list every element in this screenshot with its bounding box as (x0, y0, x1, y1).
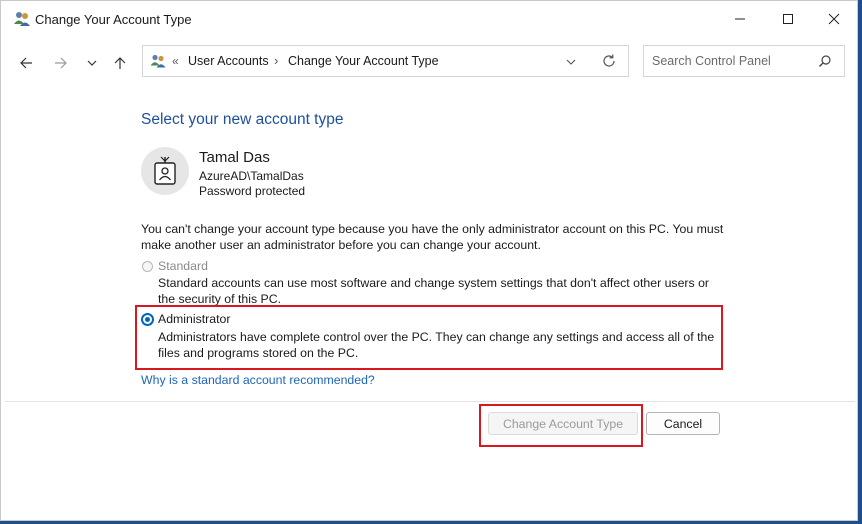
notice-text: You can't change your account type becau… (141, 222, 724, 252)
up-button[interactable] (110, 53, 130, 73)
control-panel-icon (150, 53, 166, 69)
user-name: Tamal Das (199, 149, 270, 166)
standard-account-help-link[interactable]: Why is a standard account recommended? (141, 373, 375, 387)
maximize-button[interactable] (765, 1, 811, 37)
divider (5, 401, 855, 402)
address-bar[interactable]: « User Accounts › Change Your Account Ty… (142, 45, 629, 77)
standard-description: Standard accounts can use most software … (158, 276, 710, 306)
refresh-icon (603, 54, 615, 67)
user-password-status: Password protected (199, 184, 306, 198)
chevron-down-icon (87, 60, 97, 66)
minimize-button[interactable] (717, 1, 763, 37)
chevron-down-icon (566, 59, 576, 65)
id-badge-icon (154, 156, 176, 185)
window-title: Change Your Account Type (35, 12, 192, 27)
minimize-icon (735, 18, 745, 20)
arrow-right-icon (55, 57, 67, 69)
breadcrumb-user-accounts[interactable]: User Accounts (188, 54, 269, 68)
standard-label[interactable]: Standard (158, 259, 208, 273)
search-placeholder: Search Control Panel (652, 54, 771, 68)
close-button[interactable] (811, 1, 857, 37)
navigation-bar: « User Accounts › Change Your Account Ty… (1, 41, 857, 85)
standard-radio[interactable] (142, 261, 153, 272)
search-icon[interactable] (818, 54, 832, 73)
page-title: Select your new account type (141, 111, 344, 128)
cancel-button[interactable]: Cancel (646, 412, 720, 435)
arrow-up-icon (114, 57, 126, 69)
user-accounts-icon (13, 10, 31, 28)
user-domain: AzureAD\TamalDas (199, 169, 304, 183)
search-input[interactable]: Search Control Panel (643, 45, 845, 77)
change-button-highlight-box (479, 404, 643, 447)
dialog-window: Change Your Account Type « User Accounts… (0, 0, 858, 521)
arrow-left-icon (20, 57, 32, 69)
close-icon (828, 13, 840, 25)
recent-locations-button[interactable] (82, 53, 102, 73)
title-bar[interactable]: Change Your Account Type (1, 1, 857, 38)
administrator-highlight-box (135, 305, 723, 370)
back-button[interactable] (16, 53, 36, 73)
breadcrumb-overflow[interactable]: « (172, 54, 179, 68)
user-avatar (141, 147, 189, 195)
address-dropdown-button[interactable] (565, 55, 577, 73)
refresh-button[interactable] (601, 53, 617, 74)
forward-button[interactable] (51, 53, 71, 73)
breadcrumb-separator[interactable]: › (274, 53, 278, 68)
breadcrumb-current[interactable]: Change Your Account Type (288, 54, 439, 68)
maximize-icon (783, 14, 793, 24)
